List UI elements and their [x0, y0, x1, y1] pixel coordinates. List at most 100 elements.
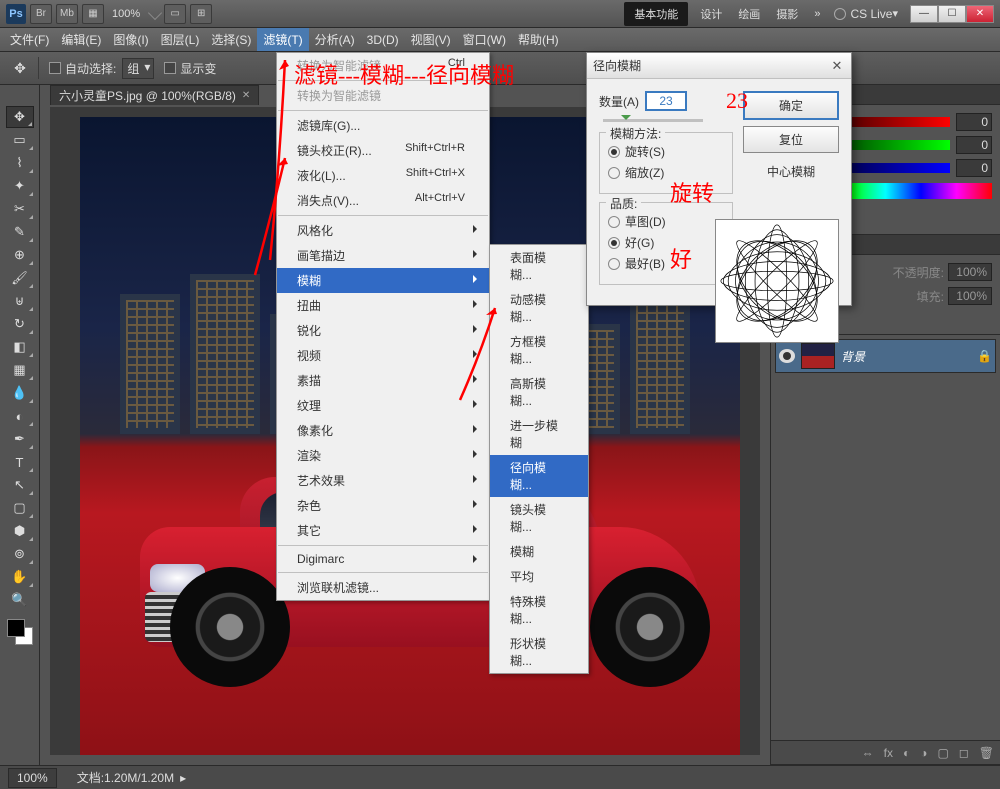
minimize-button[interactable]: — [910, 5, 938, 23]
menu-edit[interactable]: 编辑(E) [55, 28, 107, 51]
layer-background[interactable]: 背景 🔒 [775, 339, 996, 373]
filter-gallery[interactable]: 滤镜库(G)... [277, 113, 489, 138]
menu-window[interactable]: 窗口(W) [457, 28, 512, 51]
wand-tool[interactable]: ✦ [6, 175, 34, 197]
menu-view[interactable]: 视图(V) [405, 28, 457, 51]
amount-slider[interactable] [603, 119, 703, 122]
filter-brush[interactable]: 画笔描边 [277, 243, 489, 268]
menu-select[interactable]: 选择(S) [205, 28, 257, 51]
workspace-design[interactable]: 设计 [692, 2, 730, 26]
blur-motion[interactable]: 动感模糊... [490, 287, 588, 329]
new-layer-icon[interactable]: ◻ [959, 746, 969, 760]
close-button[interactable]: ✕ [966, 5, 994, 23]
filter-artistic[interactable]: 艺术效果 [277, 468, 489, 493]
blur-preview[interactable] [715, 219, 839, 343]
bridge-icon[interactable]: Br [30, 4, 52, 24]
filter-pixelate[interactable]: 像素化 [277, 418, 489, 443]
visibility-icon[interactable] [779, 349, 795, 363]
3d-camera-tool[interactable]: ⊚ [6, 543, 34, 565]
blur-shape[interactable]: 形状模糊... [490, 631, 588, 673]
workspace-more[interactable]: » [806, 4, 828, 24]
fx-icon[interactable]: fx [884, 746, 893, 760]
lasso-tool[interactable]: ⌇ [6, 152, 34, 174]
healing-tool[interactable]: ⊕ [6, 244, 34, 266]
menu-analysis[interactable]: 分析(A) [309, 28, 361, 51]
quality-draft-radio[interactable]: 草图(D) [608, 213, 724, 230]
show-transform-checkbox[interactable] [164, 62, 176, 74]
menu-help[interactable]: 帮助(H) [512, 28, 565, 51]
cs-live[interactable]: CS Live ▾ [834, 7, 898, 21]
marquee-tool[interactable]: ▭ [6, 129, 34, 151]
menu-layer[interactable]: 图层(L) [155, 28, 206, 51]
blur-smart[interactable]: 特殊模糊... [490, 589, 588, 631]
zoom-value[interactable]: 100% [112, 8, 140, 20]
3d-tool[interactable]: ⬢ [6, 520, 34, 542]
brush-tool[interactable]: 🖌 [6, 267, 34, 289]
color-swatches[interactable] [7, 619, 33, 645]
blur-surface[interactable]: 表面模糊... [490, 245, 588, 287]
eyedropper-tool[interactable]: ✎ [6, 221, 34, 243]
cancel-button[interactable]: 复位 [743, 126, 839, 153]
menu-filter[interactable]: 滤镜(T) [257, 28, 308, 51]
filter-other[interactable]: 其它 [277, 518, 489, 543]
blur-radial[interactable]: 径向模糊... [490, 455, 588, 497]
filter-liquify[interactable]: 液化(L)...Shift+Ctrl+X [277, 163, 489, 188]
stamp-tool[interactable]: ⊎ [6, 290, 34, 312]
link-icon[interactable]: ⇔ [862, 746, 874, 760]
filter-texture[interactable]: 纹理 [277, 393, 489, 418]
filter-sharpen[interactable]: 锐化 [277, 318, 489, 343]
blur-blur[interactable]: 模糊 [490, 539, 588, 564]
method-zoom-radio[interactable]: 缩放(Z) [608, 164, 724, 181]
r-value[interactable]: 0 [956, 113, 992, 131]
hand-tool[interactable]: ✋ [6, 566, 34, 588]
move-tool[interactable]: ✥ [6, 106, 34, 128]
amount-input[interactable] [645, 91, 687, 111]
quality-best-radio[interactable]: 最好(B) [608, 255, 724, 272]
zoom-tool[interactable]: 🔍 [6, 589, 34, 611]
trash-icon[interactable]: 🗑 [979, 746, 994, 760]
blur-tool[interactable]: 💧 [6, 382, 34, 404]
adjust-icon[interactable]: ◑ [920, 746, 927, 760]
blur-box[interactable]: 方框模糊... [490, 329, 588, 371]
blur-lens[interactable]: 镜头模糊... [490, 497, 588, 539]
filter-vanish[interactable]: 消失点(V)...Alt+Ctrl+V [277, 188, 489, 213]
minibridge-icon[interactable]: Mb [56, 4, 78, 24]
filter-distort[interactable]: 扭曲 [277, 293, 489, 318]
blur-more[interactable]: 进一步模糊 [490, 413, 588, 455]
pen-tool[interactable]: ✒ [6, 428, 34, 450]
eraser-tool[interactable]: ◧ [6, 336, 34, 358]
filter-browse[interactable]: 浏览联机滤镜... [277, 575, 489, 600]
filter-stylize[interactable]: 风格化 [277, 218, 489, 243]
filter-blur[interactable]: 模糊 [277, 268, 489, 293]
filter-digimarc[interactable]: Digimarc [277, 548, 489, 570]
method-spin-radio[interactable]: 旋转(S) [608, 143, 724, 160]
extras-icon[interactable]: ⊞ [190, 4, 212, 24]
workspace-essentials[interactable]: 基本功能 [624, 2, 688, 26]
folder-icon[interactable]: ▢ [937, 746, 948, 760]
arrange-icon[interactable]: ▦ [82, 4, 104, 24]
mask-icon[interactable]: ◐ [903, 746, 910, 760]
quality-good-radio[interactable]: 好(G) [608, 234, 724, 251]
dialog-close-icon[interactable]: ✕ [829, 58, 845, 74]
filter-sketch[interactable]: 素描 [277, 368, 489, 393]
filter-lens[interactable]: 镜头校正(R)...Shift+Ctrl+R [277, 138, 489, 163]
history-brush-tool[interactable]: ↻ [6, 313, 34, 335]
blur-average[interactable]: 平均 [490, 564, 588, 589]
auto-select-dropdown[interactable]: 组 ▾ [122, 58, 154, 79]
fill-value[interactable]: 100% [948, 287, 992, 305]
maximize-button[interactable]: ☐ [938, 5, 966, 23]
workspace-painting[interactable]: 绘画 [730, 2, 768, 26]
path-tool[interactable]: ↖ [6, 474, 34, 496]
menu-file[interactable]: 文件(F) [4, 28, 55, 51]
workspace-photography[interactable]: 摄影 [768, 2, 806, 26]
filter-render[interactable]: 渲染 [277, 443, 489, 468]
crop-tool[interactable]: ✂ [6, 198, 34, 220]
menu-image[interactable]: 图像(I) [107, 28, 154, 51]
filter-noise[interactable]: 杂色 [277, 493, 489, 518]
type-tool[interactable]: T [6, 451, 34, 473]
status-zoom[interactable]: 100% [8, 768, 57, 788]
blur-gaussian[interactable]: 高斯模糊... [490, 371, 588, 413]
layer-thumbnail[interactable] [801, 343, 835, 369]
document-tab[interactable]: 六小灵童PS.jpg @ 100%(RGB/8)✕ [50, 85, 259, 105]
auto-select-checkbox[interactable] [49, 62, 61, 74]
